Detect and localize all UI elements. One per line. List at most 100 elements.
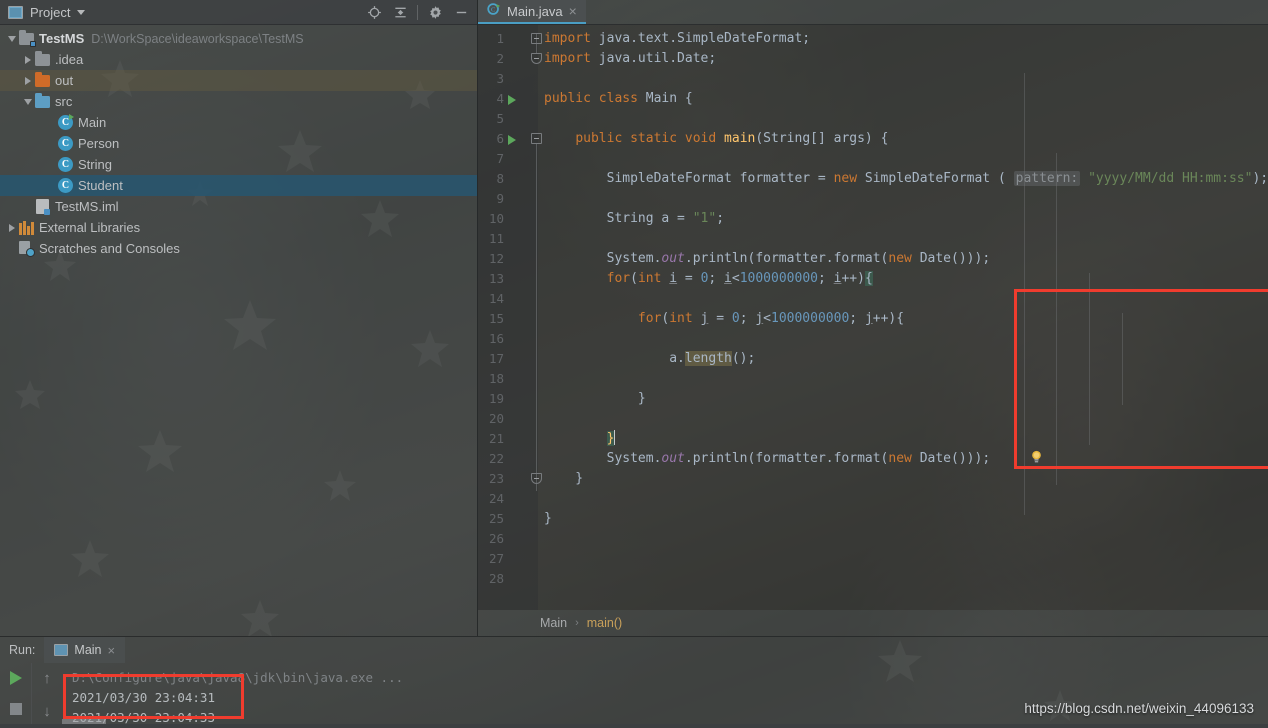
tree-item-idea[interactable]: .idea	[0, 49, 477, 70]
code-fold-marker[interactable]	[531, 133, 542, 144]
tree-twisty[interactable]	[6, 36, 18, 42]
java-class-runnable-icon: C	[58, 115, 73, 130]
code-line[interactable]: 19 }	[478, 389, 1268, 409]
project-tool-window: Project TestMSD:\WorkSpace\ideaworks	[0, 0, 478, 636]
folder-icon	[35, 54, 50, 66]
settings-gear-icon[interactable]	[423, 1, 447, 23]
tree-item-string[interactable]: CString	[0, 154, 477, 175]
folder-source-icon	[35, 96, 50, 108]
code-line[interactable]: 11	[478, 229, 1268, 249]
tree-twisty[interactable]	[22, 99, 34, 105]
breadcrumb[interactable]: Main › main()	[478, 610, 1268, 636]
code-line[interactable]: 25}	[478, 509, 1268, 529]
line-number: 22	[478, 449, 504, 469]
stop-icon[interactable]	[10, 703, 22, 715]
code-line[interactable]: 10 String a = "1";	[478, 209, 1268, 229]
tree-item-label: Main	[78, 115, 106, 130]
breadcrumb-method[interactable]: main()	[587, 616, 622, 630]
tree-twisty[interactable]	[22, 56, 34, 64]
tree-item-testms[interactable]: TestMSD:\WorkSpace\ideaworkspace\TestMS	[0, 28, 477, 49]
close-icon[interactable]: ×	[569, 4, 577, 18]
editor-tab-main-java[interactable]: C Main.java ×	[478, 0, 586, 24]
tree-item-external-libraries[interactable]: External Libraries	[0, 217, 477, 238]
code-line[interactable]: 8 SimpleDateFormat formatter = new Simpl…	[478, 169, 1268, 189]
watermark-text: https://blog.csdn.net/weixin_44096133	[1024, 701, 1254, 716]
code-line[interactable]: 6 public static void main(String[] args)…	[478, 129, 1268, 149]
code-text: String a = "1";	[544, 209, 724, 229]
chevron-down-icon[interactable]	[77, 10, 85, 15]
code-line[interactable]: 27	[478, 549, 1268, 569]
code-line[interactable]: 14	[478, 289, 1268, 309]
code-line[interactable]: 21 }	[478, 429, 1268, 449]
toolbar-divider	[417, 5, 418, 20]
minimize-icon[interactable]	[449, 1, 473, 23]
code-line[interactable]: 7	[478, 149, 1268, 169]
code-line[interactable]: 18	[478, 369, 1268, 389]
code-line[interactable]: 28	[478, 569, 1268, 589]
console-horizontal-scrollbar[interactable]	[62, 719, 106, 724]
indent-guide	[1089, 273, 1090, 445]
run-gutter-icon[interactable]	[508, 95, 516, 105]
code-line[interactable]: 20	[478, 409, 1268, 429]
line-number: 23	[478, 469, 504, 489]
code-line[interactable]: 12 System.out.println(formatter.format(n…	[478, 249, 1268, 269]
code-line[interactable]: 22 System.out.println(formatter.format(n…	[478, 449, 1268, 469]
code-editor[interactable]: 1import java.text.SimpleDateFormat;2impo…	[478, 25, 1268, 610]
code-line[interactable]: 17 a.length();	[478, 349, 1268, 369]
line-number: 1	[478, 29, 504, 49]
breadcrumb-class[interactable]: Main	[540, 616, 567, 630]
code-line[interactable]: 5	[478, 109, 1268, 129]
chevron-down-icon	[8, 36, 16, 42]
code-fold-marker[interactable]	[531, 53, 542, 64]
code-line[interactable]: 4public class Main {	[478, 89, 1268, 109]
project-tree[interactable]: TestMSD:\WorkSpace\ideaworkspace\TestMS.…	[0, 25, 477, 259]
line-number: 10	[478, 209, 504, 229]
tree-item-main[interactable]: C Main	[0, 112, 477, 133]
code-text: for(int i = 0; i<1000000000; i++){	[544, 269, 873, 289]
code-line[interactable]: 9	[478, 189, 1268, 209]
run-tab-main[interactable]: Main ×	[44, 637, 125, 663]
chevron-right-icon	[9, 224, 15, 232]
close-icon[interactable]: ×	[108, 643, 116, 658]
code-line[interactable]: 16	[478, 329, 1268, 349]
code-line[interactable]: 13 for(int i = 0; i<1000000000; i++){	[478, 269, 1268, 289]
intention-lightbulb-icon[interactable]	[1029, 449, 1044, 465]
tree-item-scratches-and-consoles[interactable]: Scratches and Consoles	[0, 238, 477, 259]
editor-area: C Main.java × 1import java.text.SimpleDa…	[478, 0, 1268, 636]
tree-item-out[interactable]: out	[0, 70, 477, 91]
tree-item-student[interactable]: CStudent	[0, 175, 477, 196]
code-line[interactable]: 3	[478, 69, 1268, 89]
tree-item-person[interactable]: CPerson	[0, 133, 477, 154]
tree-item-label: src	[55, 94, 72, 109]
tree-twisty[interactable]	[22, 77, 34, 85]
locate-target-icon[interactable]	[362, 1, 386, 23]
tree-item-label: out	[55, 73, 73, 88]
line-number: 12	[478, 249, 504, 269]
editor-tab-label: Main.java	[507, 4, 563, 19]
tree-item-path: D:\WorkSpace\ideaworkspace\TestMS	[91, 32, 303, 46]
collapse-all-icon[interactable]	[388, 1, 412, 23]
tree-item-testms-iml[interactable]: TestMS.iml	[0, 196, 477, 217]
code-line[interactable]: 2import java.util.Date;	[478, 49, 1268, 69]
project-panel-title-group[interactable]: Project	[8, 5, 85, 20]
code-line[interactable]: 1import java.text.SimpleDateFormat;	[478, 29, 1268, 49]
run-gutter-icon[interactable]	[508, 135, 516, 145]
code-text: SimpleDateFormat formatter = new SimpleD…	[544, 169, 1268, 189]
code-text: System.out.println(formatter.format(new …	[544, 449, 990, 469]
code-line[interactable]: 26	[478, 529, 1268, 549]
tree-twisty[interactable]	[6, 224, 18, 232]
code-fold-marker[interactable]	[531, 33, 542, 44]
code-fold-marker[interactable]	[531, 473, 542, 484]
prev-occurrence-icon[interactable]: ↑	[43, 671, 51, 686]
code-line[interactable]: 23 }	[478, 469, 1268, 489]
code-line[interactable]: 15 for(int j = 0; j<1000000000; j++){	[478, 309, 1268, 329]
rerun-icon[interactable]	[10, 671, 22, 685]
code-line[interactable]: 24	[478, 489, 1268, 509]
line-number: 24	[478, 489, 504, 509]
line-number: 5	[478, 109, 504, 129]
console-command-line: D:\Configure\java\java8\jdk\bin\java.exe…	[62, 668, 1268, 688]
code-text: }	[544, 389, 646, 409]
project-panel-toolbar	[362, 1, 477, 23]
next-occurrence-icon[interactable]: ↓	[43, 704, 51, 719]
tree-item-src[interactable]: src	[0, 91, 477, 112]
